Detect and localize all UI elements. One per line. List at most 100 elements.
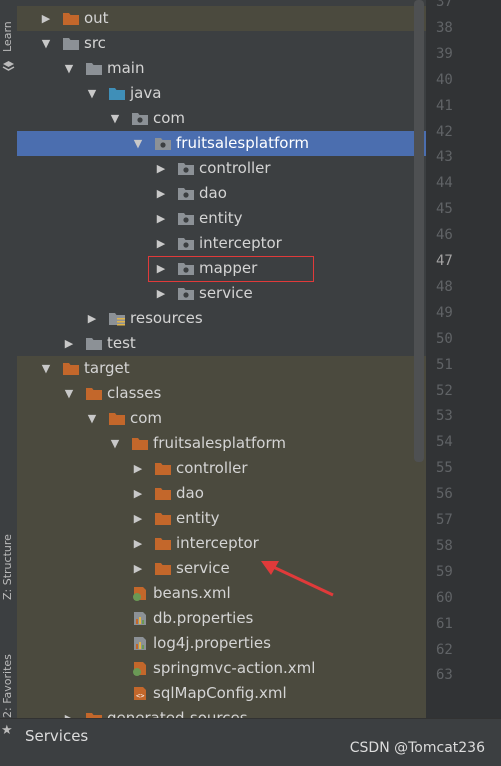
structure-tab[interactable]: Z: Structure xyxy=(1,534,14,600)
tree-item-label: fruitsalesplatform xyxy=(176,134,309,152)
tree-item-label: springmvc-action.xml xyxy=(153,659,316,677)
tree-row-test[interactable]: ▶ test xyxy=(17,331,426,356)
tree-row-service[interactable]: ▶ service xyxy=(17,281,426,306)
bottom-tool-bar: ★ Services CSDN @Tomcat236 xyxy=(0,718,501,766)
tree-row-service[interactable]: ▶ service xyxy=(17,556,426,581)
line-number: 41 xyxy=(436,97,453,114)
tree-row-log4j-properties[interactable]: log4j.properties xyxy=(17,631,426,656)
tree-row-interceptor[interactable]: ▶ interceptor xyxy=(17,231,426,256)
line-number: 42 xyxy=(436,123,453,140)
tree-row-classes[interactable]: ▼ classes xyxy=(17,381,426,406)
line-number: 55 xyxy=(436,460,453,477)
collapsed-arrow-icon[interactable]: ▶ xyxy=(154,281,168,306)
learn-tab[interactable]: Learn xyxy=(1,21,14,52)
line-number: 60 xyxy=(436,589,453,606)
star-icon[interactable]: ★ xyxy=(1,723,13,738)
tree-item-label: service xyxy=(176,559,230,577)
tree-row-interceptor[interactable]: ▶ interceptor xyxy=(17,531,426,556)
tree-row-com[interactable]: ▼ com xyxy=(17,406,426,431)
expanded-arrow-icon[interactable]: ▼ xyxy=(108,106,122,131)
xml-icon: <> xyxy=(131,686,149,701)
folder-resources-icon xyxy=(108,311,126,326)
properties-icon xyxy=(131,611,149,626)
tree-row-dao[interactable]: ▶ dao xyxy=(17,181,426,206)
collapsed-arrow-icon[interactable]: ▶ xyxy=(62,706,76,718)
collapsed-arrow-icon[interactable]: ▶ xyxy=(131,556,145,581)
tree-row-out[interactable]: ▶ out xyxy=(17,6,426,31)
services-tab[interactable]: Services xyxy=(25,727,88,745)
collapsed-arrow-icon[interactable]: ▶ xyxy=(131,481,145,506)
line-number: 49 xyxy=(436,304,453,321)
tree-item-label: dao xyxy=(176,484,204,502)
tree-row-springmvc-action-xml[interactable]: springmvc-action.xml xyxy=(17,656,426,681)
tree-item-label: sqlMapConfig.xml xyxy=(153,684,287,702)
collapsed-arrow-icon[interactable]: ▶ xyxy=(154,156,168,181)
tree-item-label: service xyxy=(199,284,253,302)
tree-row-controller[interactable]: ▶ controller xyxy=(17,456,426,481)
collapsed-arrow-icon[interactable]: ▶ xyxy=(154,231,168,256)
expanded-arrow-icon[interactable]: ▼ xyxy=(62,381,76,406)
tree-row-java[interactable]: ▼ java xyxy=(17,81,426,106)
tree-item-label: interceptor xyxy=(199,234,282,252)
folder-orange-icon xyxy=(62,361,80,376)
folder-orange-icon xyxy=(154,461,172,476)
tree-row-target[interactable]: ▼ target xyxy=(17,356,426,381)
expanded-arrow-icon[interactable]: ▼ xyxy=(62,56,76,81)
line-number: 52 xyxy=(436,382,453,399)
line-number: 63 xyxy=(436,667,453,684)
tree-row-resources[interactable]: ▶ resources xyxy=(17,306,426,331)
tree-row-entity[interactable]: ▶ entity xyxy=(17,206,426,231)
expanded-arrow-icon[interactable]: ▼ xyxy=(39,31,53,56)
tree-scrollbar[interactable] xyxy=(414,0,424,462)
tree-row-controller[interactable]: ▶ controller xyxy=(17,156,426,181)
line-number: 54 xyxy=(436,434,453,451)
expanded-arrow-icon[interactable]: ▼ xyxy=(131,131,145,156)
collapsed-arrow-icon[interactable]: ▶ xyxy=(62,331,76,356)
expanded-arrow-icon[interactable]: ▼ xyxy=(85,81,99,106)
tree-row-dao[interactable]: ▶ dao xyxy=(17,481,426,506)
tree-row-sqlmapconfig-xml[interactable]: <> sqlMapConfig.xml xyxy=(17,681,426,706)
expanded-arrow-icon[interactable]: ▼ xyxy=(85,406,99,431)
expanded-arrow-icon[interactable]: ▼ xyxy=(108,431,122,456)
collapsed-arrow-icon[interactable]: ▶ xyxy=(131,531,145,556)
tree-row-fruitsalesplatform[interactable]: ▼ fruitsalesplatform xyxy=(17,131,426,156)
tree-item-label: resources xyxy=(130,309,203,327)
tree-row-beans-xml[interactable]: beans.xml xyxy=(17,581,426,606)
line-number: 46 xyxy=(436,227,453,244)
tree-row-src[interactable]: ▼ src xyxy=(17,31,426,56)
tree-row-db-properties[interactable]: db.properties xyxy=(17,606,426,631)
expanded-arrow-icon[interactable]: ▼ xyxy=(39,356,53,381)
folder-orange-icon xyxy=(85,386,103,401)
collapsed-arrow-icon[interactable]: ▶ xyxy=(85,306,99,331)
csdn-watermark: CSDN @Tomcat236 xyxy=(349,740,485,756)
left-tool-strip: Learn Z: Structure 2: Favorites xyxy=(0,0,18,718)
package-icon xyxy=(177,236,195,251)
tree-row-com[interactable]: ▼ com xyxy=(17,106,426,131)
tree-item-label: interceptor xyxy=(176,534,259,552)
collapsed-arrow-icon[interactable]: ▶ xyxy=(39,6,53,31)
tree-row-fruitsalesplatform[interactable]: ▼ fruitsalesplatform xyxy=(17,431,426,456)
collapsed-arrow-icon[interactable]: ▶ xyxy=(131,506,145,531)
tree-item-label: entity xyxy=(176,509,220,527)
tree-item-label: com xyxy=(130,409,163,427)
collapsed-arrow-icon[interactable]: ▶ xyxy=(131,456,145,481)
folder-blue-icon xyxy=(108,86,126,101)
line-number: 50 xyxy=(436,330,453,347)
folder-grey-icon xyxy=(62,36,80,51)
tree-item-label: controller xyxy=(199,159,271,177)
xml-spring-icon xyxy=(131,586,149,601)
tree-row-entity[interactable]: ▶ entity xyxy=(17,506,426,531)
line-number: 48 xyxy=(436,278,453,295)
line-number: 57 xyxy=(436,512,453,528)
tree-item-label: controller xyxy=(176,459,248,477)
folder-orange-icon xyxy=(154,486,172,501)
collapsed-arrow-icon[interactable]: ▶ xyxy=(154,181,168,206)
folder-orange-icon xyxy=(131,436,149,451)
line-number: 59 xyxy=(436,563,453,580)
line-number: 62 xyxy=(436,641,453,658)
collapsed-arrow-icon[interactable]: ▶ xyxy=(154,206,168,231)
annotation-arrow xyxy=(261,561,334,597)
tree-row-generated-sources[interactable]: ▶ generated-sources xyxy=(17,706,426,718)
tree-row-main[interactable]: ▼ main xyxy=(17,56,426,81)
favorites-tab[interactable]: 2: Favorites xyxy=(1,654,14,718)
